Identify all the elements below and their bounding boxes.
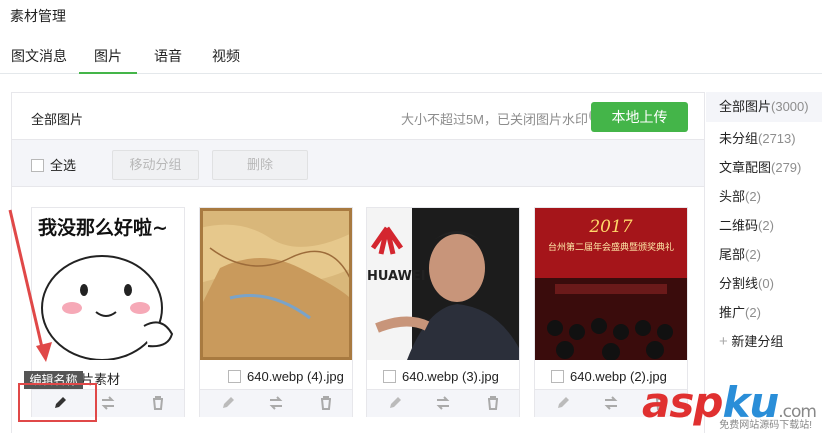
- huawei-speaker-image: HUAWEI: [367, 208, 519, 360]
- card-thumbnail[interactable]: [200, 208, 352, 360]
- image-library-panel: 全部图片 大小不超过5M，已关闭图片水印 ? 本地上传 全选 移动分组 删除 我…: [11, 92, 705, 433]
- card-checkbox[interactable]: [383, 370, 396, 383]
- tab-news[interactable]: 图文消息: [11, 46, 67, 66]
- swap-arrows-icon[interactable]: [268, 395, 284, 411]
- group-count: (3000): [771, 99, 809, 114]
- panel-title: 全部图片: [31, 112, 84, 127]
- page-title: 素材管理: [10, 8, 66, 24]
- select-all-label: 全选: [50, 158, 77, 173]
- new-group-button[interactable]: + 新建分组: [719, 331, 783, 350]
- swap-arrows-icon[interactable]: [435, 395, 451, 411]
- panel-header: 全部图片 大小不超过5M，已关闭图片水印 ? 本地上传: [12, 93, 704, 139]
- sticker-text: 我没那么好啦~: [38, 216, 168, 239]
- tab-bar: 图文消息 图片 语音 视频: [0, 40, 822, 74]
- group-label: 未分组: [719, 131, 759, 146]
- group-item-promotion[interactable]: 推广(2): [719, 302, 761, 321]
- tab-video[interactable]: 视频: [212, 46, 240, 66]
- upload-hint: 大小不超过5M，已关闭图片水印: [400, 112, 588, 127]
- emoji-sticker-image: 我没那么好啦~: [32, 208, 184, 360]
- annual-meeting-image: 2017 台州第二届年会盛典暨颁奖典礼: [535, 208, 687, 360]
- card-name-text: 640.webp (3).jpg: [402, 369, 499, 384]
- group-item-article-images[interactable]: 文章配图(279): [719, 157, 801, 176]
- watermark-asp: asp: [642, 378, 723, 427]
- group-label: 分割线: [719, 276, 759, 291]
- upload-button[interactable]: 本地上传: [591, 102, 688, 132]
- group-count: (2): [745, 305, 761, 320]
- group-count: (2): [758, 218, 774, 233]
- card-name: 640.webp (3).jpg: [383, 369, 499, 384]
- group-item-all[interactable]: 全部图片(3000): [706, 92, 822, 122]
- card-checkbox[interactable]: [551, 370, 564, 383]
- group-item-divider[interactable]: 分割线(0): [719, 273, 774, 292]
- image-card[interactable]: 640.webp (4).jpg: [199, 207, 353, 417]
- banner-text: 台州第二届年会盛典暨颁奖典礼: [548, 241, 674, 253]
- group-count: (2713): [758, 131, 796, 146]
- swap-arrows-icon[interactable]: [603, 395, 619, 411]
- watermark-subtitle: 免费网站源码下载站!: [719, 420, 812, 431]
- ancient-map-image: [200, 208, 352, 360]
- card-actions: [200, 389, 352, 417]
- new-group-label: 新建分组: [731, 334, 784, 349]
- card-name: 640.webp (4).jpg: [228, 369, 344, 384]
- group-label: 推广: [719, 305, 746, 320]
- group-item-header[interactable]: 头部(2): [719, 186, 761, 205]
- group-item-qrcode[interactable]: 二维码(2): [719, 215, 774, 234]
- group-label: 尾部: [719, 247, 746, 262]
- card-thumbnail[interactable]: HUAWEI: [367, 208, 519, 360]
- select-all[interactable]: 全选: [31, 155, 76, 174]
- card-checkbox[interactable]: [228, 370, 241, 383]
- edit-pencil-icon[interactable]: [387, 395, 403, 411]
- huawei-logo-text: HUAWEI: [367, 269, 426, 284]
- toolbar: 全选 移动分组 删除: [12, 139, 704, 187]
- group-label: 文章配图: [719, 160, 772, 175]
- tab-voice[interactable]: 语音: [154, 46, 182, 66]
- group-item-footer[interactable]: 尾部(2): [719, 244, 761, 263]
- group-item-ungrouped[interactable]: 未分组(2713): [719, 128, 796, 147]
- move-group-button[interactable]: 移动分组: [112, 150, 199, 180]
- trash-icon[interactable]: [485, 395, 501, 411]
- group-label: 头部: [719, 189, 746, 204]
- edit-pencil-icon[interactable]: [555, 395, 571, 411]
- group-label: 二维码: [719, 218, 759, 233]
- card-thumbnail[interactable]: 2017 台州第二届年会盛典暨颁奖典礼: [535, 208, 687, 360]
- card-name-text: 640.webp (4).jpg: [247, 369, 344, 384]
- trash-icon[interactable]: [150, 395, 166, 411]
- edit-pencil-icon[interactable]: [220, 395, 236, 411]
- select-all-checkbox[interactable]: [31, 159, 44, 172]
- image-card[interactable]: HUAWEI 640.webp (3).jpg: [366, 207, 520, 417]
- group-count: (0): [758, 276, 774, 291]
- trash-icon[interactable]: [318, 395, 334, 411]
- group-count: (279): [771, 160, 802, 175]
- group-count: (2): [745, 247, 761, 262]
- card-actions: [367, 389, 519, 417]
- group-label: 全部图片: [719, 99, 772, 114]
- tab-images[interactable]: 图片: [79, 46, 137, 74]
- delete-button[interactable]: 删除: [212, 150, 308, 180]
- plus-icon: +: [719, 333, 728, 350]
- edit-button-highlight: [18, 383, 97, 422]
- swap-arrows-icon[interactable]: [100, 395, 116, 411]
- banner-year: 2017: [588, 217, 632, 237]
- group-count: (2): [745, 189, 761, 204]
- card-thumbnail[interactable]: 我没那么好啦~: [32, 208, 184, 360]
